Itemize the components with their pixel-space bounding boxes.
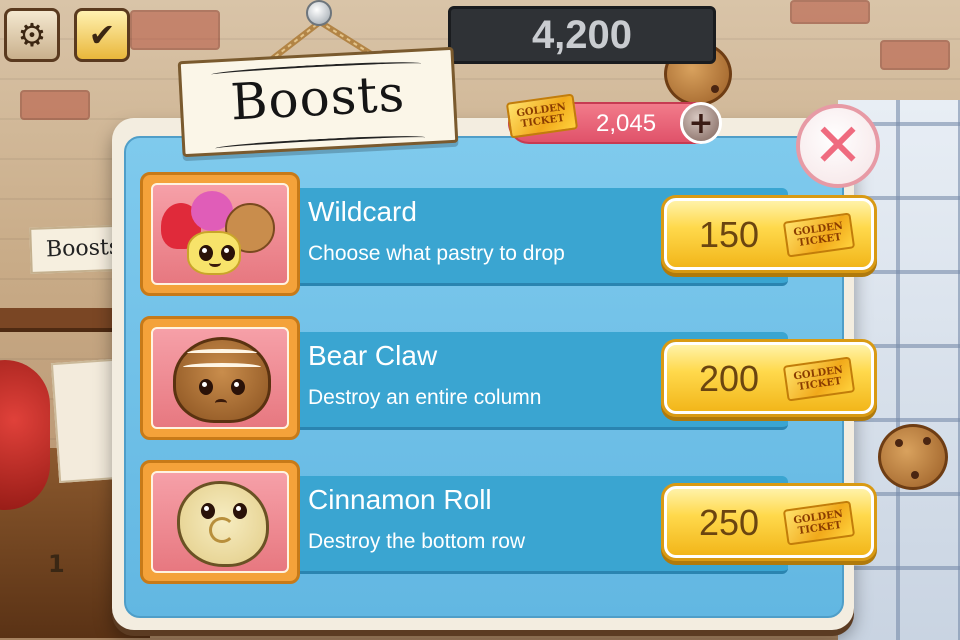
golden-ticket-icon: GOLDEN TICKET — [782, 500, 856, 546]
score-display: 4,200 — [448, 6, 716, 64]
add-tickets-button[interactable]: + — [680, 102, 722, 144]
background-brick — [130, 10, 220, 50]
boost-name: Cinnamon Roll — [308, 484, 492, 515]
buy-wildcard-button[interactable]: 150 GOLDEN TICKET — [664, 198, 874, 270]
boost-price: 150 — [699, 214, 760, 255]
bear-claw-pastry-icon — [151, 327, 289, 429]
close-icon: ✕ — [812, 111, 864, 181]
checkmark-icon: ✔ — [88, 16, 116, 54]
background-red-object — [0, 360, 50, 510]
background-brick — [880, 40, 950, 70]
assorted-pastries-icon — [151, 183, 289, 285]
boost-description: Destroy the bottom row — [308, 530, 526, 553]
boost-name: Bear Claw — [308, 340, 438, 371]
cinnamon-roll-icon — [151, 471, 289, 573]
boost-price: 250 — [699, 502, 760, 543]
boost-name: Wildcard — [308, 196, 417, 227]
level-number: 1 — [48, 550, 65, 578]
background-brick — [790, 0, 870, 24]
boost-row-wildcard: Wildcard Choose what pastry to drop 150 … — [140, 172, 874, 296]
golden-ticket-icon: GOLDEN TICKET — [782, 212, 856, 258]
boost-description: Destroy an entire column — [308, 386, 542, 409]
boost-description: Choose what pastry to drop — [308, 242, 565, 265]
boost-thumbnail — [140, 316, 300, 440]
boost-row-bear-claw: Bear Claw Destroy an entire column 200 G… — [140, 316, 874, 440]
confirm-button[interactable]: ✔ — [74, 8, 130, 62]
settings-button[interactable]: ⚙ — [4, 8, 60, 62]
boost-thumbnail — [140, 460, 300, 584]
boost-thumbnail — [140, 172, 300, 296]
buy-cinnamon-roll-button[interactable]: 250 GOLDEN TICKET — [664, 486, 874, 558]
boost-row-cinnamon-roll: Cinnamon Roll Destroy the bottom row 250… — [140, 460, 874, 584]
boost-price: 200 — [699, 358, 760, 399]
golden-ticket-icon: GOLDEN TICKET — [782, 356, 856, 402]
buy-bear-claw-button[interactable]: 200 GOLDEN TICKET — [664, 342, 874, 414]
golden-ticket-count: 2,045 — [596, 110, 657, 137]
nail-icon — [306, 0, 332, 26]
boosts-sign: Boosts — [177, 46, 459, 158]
close-button[interactable]: ✕ — [796, 104, 880, 188]
gear-icon: ⚙ — [17, 16, 47, 54]
cookie-character — [878, 424, 948, 490]
background-brick — [20, 90, 90, 120]
